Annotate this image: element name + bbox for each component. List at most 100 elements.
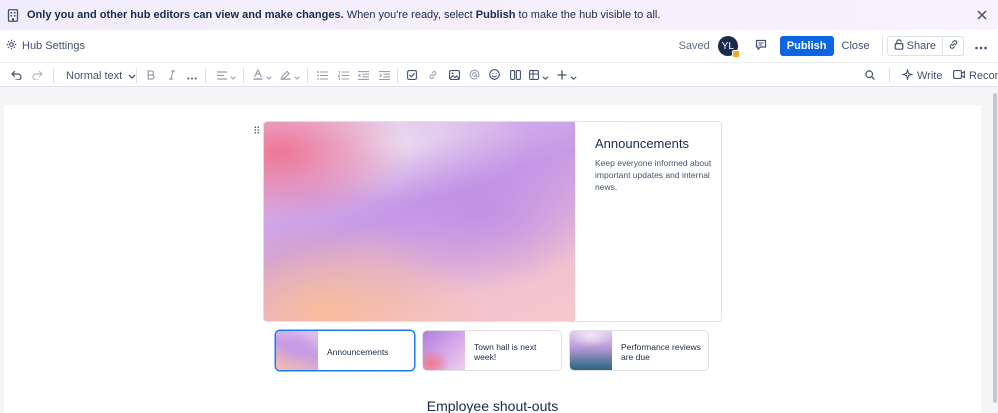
chevron-down-icon [265,69,272,83]
search-icon [865,69,875,83]
toolbar-divider [205,68,206,83]
comments-button[interactable] [750,35,772,57]
numbered-list-button[interactable] [337,68,349,83]
insert-image-button[interactable] [448,68,460,83]
chevron-down-icon [229,69,236,83]
banner-text: Only you and other hub editors can view … [27,9,661,21]
columns-icon [509,69,521,83]
highlighter-icon [280,69,291,83]
redo-button[interactable] [30,68,44,83]
image-icon [448,69,460,83]
saved-status: Saved [678,40,710,52]
chevron-down-icon [294,69,300,83]
highlight-dropdown[interactable] [280,68,300,83]
card-label: Announcements [327,346,389,357]
text-style-label: Normal text [66,69,123,82]
bullet-list-icon [316,69,328,83]
numbered-list-icon [337,69,349,83]
scrollbar-thumb[interactable] [993,93,997,403]
card-thumbnail [570,331,612,370]
vertical-scrollbar[interactable] [992,87,998,413]
task-list-button[interactable] [406,68,418,83]
featured-card[interactable]: Announcements Keep everyone informed abo… [263,121,722,322]
share-button[interactable]: Share [888,37,943,55]
link-icon [428,69,438,83]
align-left-icon [216,69,227,83]
share-group: Share [886,36,964,56]
bold-icon [147,69,155,83]
chevron-down-icon [570,69,577,83]
avatar[interactable]: YL [717,36,740,58]
share-label: Share [906,40,936,52]
bold-button[interactable] [146,68,156,83]
record-button[interactable]: Record [953,68,998,83]
gear-icon [6,39,17,53]
drag-handle-icon[interactable] [254,123,260,134]
toolbar-divider [397,68,398,83]
avatar-status-badge [731,50,740,58]
italic-icon [168,69,176,83]
toolbar-divider [889,68,890,83]
publish-button[interactable]: Publish [779,36,834,56]
more-formatting-button[interactable] [186,68,198,83]
table-icon [529,69,539,83]
card-thumbnail [423,331,465,370]
header-divider [881,36,883,56]
text-style-dropdown[interactable]: Normal text [66,68,136,83]
video-icon [953,69,965,82]
mention-button[interactable] [468,68,480,83]
carousel-card-announcements[interactable]: Announcements [275,330,415,371]
info-banner: Only you and other hub editors can view … [0,0,998,30]
table-dropdown[interactable] [528,68,550,83]
toolbar-divider [243,68,244,83]
italic-button[interactable] [167,68,177,83]
hub-settings-label: Hub Settings [22,40,85,52]
text-color-dropdown[interactable] [252,67,272,83]
find-button[interactable] [864,68,876,83]
at-sign-icon [469,69,480,83]
header-actions: Saved YL Publish Close Share [678,35,992,58]
more-horizontal-icon [187,69,197,83]
carousel-card-town-hall[interactable]: Town hall is next week! [422,330,562,371]
outdent-icon [357,69,369,83]
card-label: Town hall is next week! [474,341,537,362]
more-actions-button[interactable] [970,35,992,57]
indent-icon [378,69,390,83]
emoji-icon [488,68,500,83]
comment-icon [755,39,767,54]
write-button[interactable]: Write [900,67,943,83]
copy-link-button[interactable] [943,37,963,55]
section-heading: Employee shout-outs [426,398,559,413]
featured-card-text: Announcements Keep everyone informed abo… [595,136,715,193]
outdent-button[interactable] [357,68,369,83]
layouts-button[interactable] [509,68,521,83]
record-label: Record [969,69,998,82]
write-label: Write [917,69,943,82]
toolbar-divider [307,68,308,83]
featured-card-image [264,122,575,321]
close-button[interactable]: Close [842,40,870,52]
sparkle-icon [900,67,915,83]
checkbox-icon [407,69,417,83]
insert-link-button[interactable] [427,68,439,83]
hub-settings-button[interactable]: Hub Settings [6,39,85,53]
editor-toolbar: Normal text Write Recor [0,62,998,87]
emoji-button[interactable] [488,68,500,83]
indent-button[interactable] [378,68,390,83]
alignment-dropdown[interactable] [216,68,236,83]
redo-icon [31,69,43,83]
bullet-list-button[interactable] [316,68,328,83]
editor-header: Hub Settings Saved YL Publish Close Shar… [0,30,998,62]
undo-button[interactable] [9,68,23,83]
card-label: Performance reviews are due [621,341,701,362]
building-icon [6,8,20,22]
banner-close-icon[interactable] [974,7,990,23]
card-thumbnail [276,331,318,370]
link-icon [948,39,959,53]
plus-icon [557,69,567,83]
toolbar-divider [53,68,54,83]
insert-dropdown[interactable] [557,68,577,83]
carousel-card-performance-reviews[interactable]: Performance reviews are due [569,330,709,371]
toolbar-divider [136,68,137,83]
text-color-icon [253,67,263,83]
